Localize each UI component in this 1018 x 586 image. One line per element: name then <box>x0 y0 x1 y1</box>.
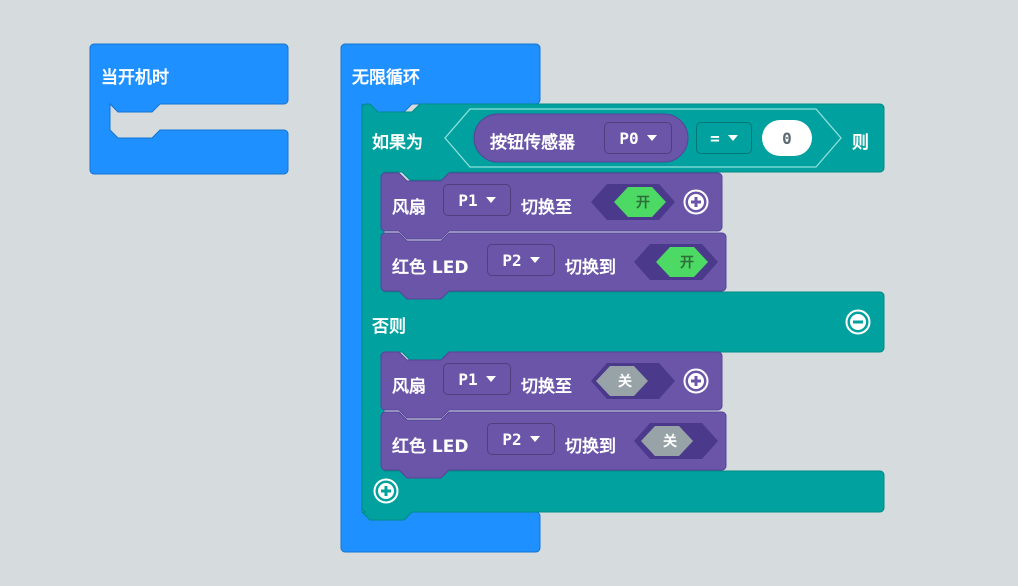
else-1-state-field[interactable] <box>591 363 675 399</box>
chevron-down-icon <box>529 436 540 442</box>
sensor-pin-dropdown[interactable]: P0 <box>604 122 672 154</box>
operator-dropdown[interactable]: = <box>696 122 752 154</box>
else-1-pin-dropdown[interactable]: P1 <box>443 363 511 395</box>
add-circle-icon[interactable] <box>683 189 709 215</box>
then-2-state-field[interactable] <box>634 244 718 280</box>
then-2-pin-dropdown[interactable]: P2 <box>487 244 555 276</box>
else-2-action-label: 切换到 <box>565 437 616 457</box>
chevron-down-icon <box>529 257 540 263</box>
else-1-state-value: 关 <box>618 374 632 390</box>
add-else-if-icon[interactable] <box>373 478 399 504</box>
then-1-action-label: 切换至 <box>521 198 572 218</box>
forever-label: 无限循环 <box>352 68 420 88</box>
else-1-device-label: 风扇 <box>392 377 426 397</box>
else-2-state-value: 关 <box>663 434 677 450</box>
chevron-down-icon <box>727 135 738 141</box>
else-2-pin-dropdown[interactable]: P2 <box>487 423 555 455</box>
then-1-state-value: 开 <box>636 195 650 211</box>
on-start-label: 当开机时 <box>101 68 169 88</box>
remove-else-icon[interactable] <box>845 309 871 335</box>
add-circle-icon[interactable] <box>683 368 709 394</box>
else-1-action-label: 切换至 <box>521 377 572 397</box>
then-2-action-label: 切换到 <box>565 258 616 278</box>
chevron-down-icon <box>485 376 496 382</box>
chevron-down-icon <box>646 135 657 141</box>
then-1-device-label: 风扇 <box>392 198 426 218</box>
else-2-device-label: 红色 LED <box>392 437 469 457</box>
then-2-device-label: 红色 LED <box>392 258 469 278</box>
compare-value-input[interactable]: 0 <box>762 120 812 156</box>
then-label: 则 <box>852 133 869 153</box>
then-2-state-value: 开 <box>680 255 694 271</box>
if-label: 如果为 <box>372 133 423 153</box>
then-1-pin-dropdown[interactable]: P1 <box>443 184 511 216</box>
sensor-label: 按钮传感器 <box>490 133 575 153</box>
else-label: 否则 <box>372 317 406 337</box>
chevron-down-icon <box>485 197 496 203</box>
then-1-state-field[interactable] <box>591 184 675 220</box>
